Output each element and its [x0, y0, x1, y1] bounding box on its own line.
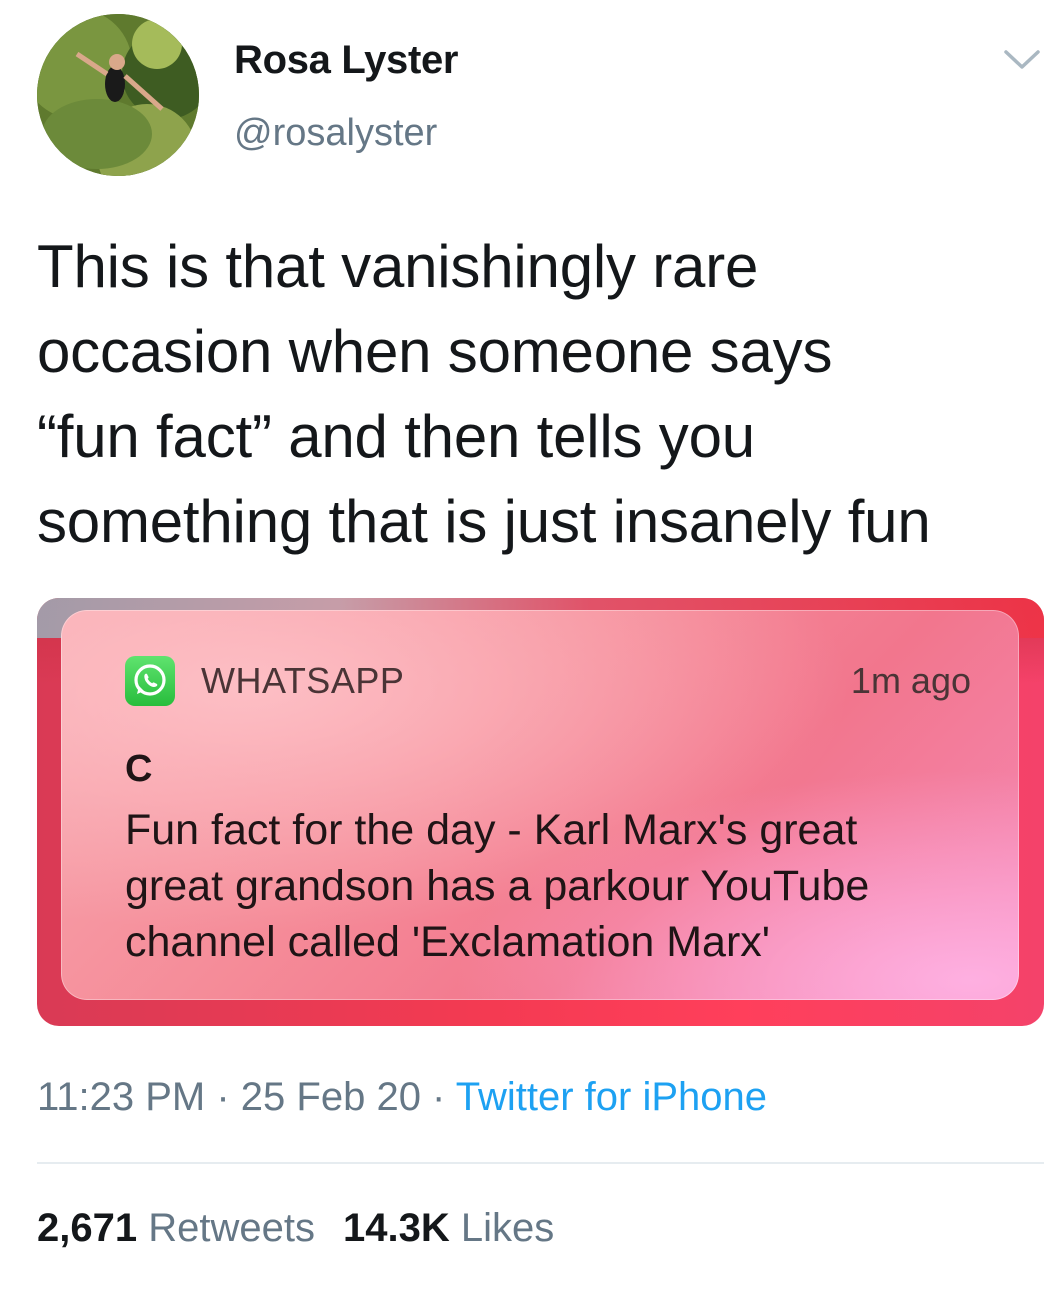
tweet-meta: 11:23 PM · 25 Feb 20 · Twitter for iPhon…: [37, 1075, 767, 1120]
divider: [37, 1162, 1044, 1164]
tweet-time: 11:23 PM: [37, 1075, 206, 1119]
author-handle[interactable]: @rosalyster: [234, 112, 437, 155]
notification-message-line: great grandson has a parkour YouTube: [125, 862, 870, 910]
avatar-photo: [37, 14, 199, 176]
chevron-down-icon[interactable]: [1000, 44, 1044, 74]
author-display-name[interactable]: Rosa Lyster: [234, 38, 459, 83]
whatsapp-notification: WHATSAPP 1m ago C Fun fact for the day -…: [61, 610, 1019, 1000]
likes-count: 14.3K: [342, 1206, 450, 1250]
tweet-stats: 2,671 Retweets 14.3K Likes: [37, 1206, 554, 1251]
notification-app-name: WHATSAPP: [201, 660, 405, 701]
retweets-count: 2,671: [37, 1206, 138, 1250]
likes-label: Likes: [460, 1206, 555, 1250]
tweet-date: 25 Feb 20: [240, 1075, 421, 1119]
meta-separator: ·: [205, 1075, 241, 1119]
notification-message-line: channel called 'Exclamation Marx': [125, 918, 770, 966]
retweets-label: Retweets: [148, 1206, 315, 1250]
tweet-source-link[interactable]: Twitter for iPhone: [456, 1075, 767, 1119]
likes-stat[interactable]: 14.3K Likes: [343, 1206, 554, 1250]
meta-separator: ·: [420, 1075, 456, 1119]
notification-sender: C: [125, 748, 153, 790]
tweet-text-line: occasion when someone says: [37, 318, 833, 385]
tweet-text: This is that vanishingly rare occasion w…: [37, 224, 1047, 564]
notification-message-line: Fun fact for the day - Karl Marx's great: [125, 806, 858, 854]
retweets-stat[interactable]: 2,671 Retweets: [37, 1206, 315, 1250]
tweet-text-line: “fun fact” and then tells you: [37, 403, 755, 470]
tweet-text-line: something that is just insanely fun: [37, 488, 931, 555]
tweet-text-line: This is that vanishingly rare: [37, 233, 759, 300]
notification-time: 1m ago: [850, 660, 971, 701]
tweet-media-image[interactable]: WHATSAPP 1m ago C Fun fact for the day -…: [37, 598, 1044, 1026]
author-avatar[interactable]: [37, 14, 199, 176]
whatsapp-icon: [125, 656, 175, 706]
notification-message: Fun fact for the day - Karl Marx's great…: [125, 802, 1005, 970]
